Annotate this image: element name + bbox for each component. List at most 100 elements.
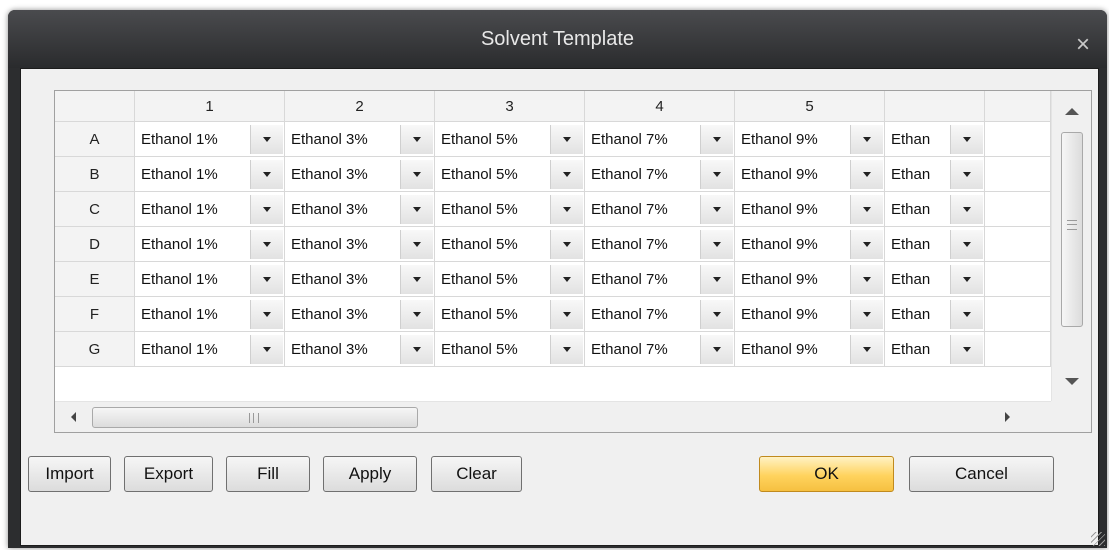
combo-dropdown-button[interactable] <box>700 125 733 154</box>
combo-dropdown-button[interactable] <box>700 230 733 259</box>
solvent-combo[interactable]: Ethanol 3% <box>285 157 435 192</box>
solvent-combo[interactable]: Ethanol 7% <box>585 262 735 297</box>
scroll-up-arrow-icon[interactable] <box>1065 108 1079 115</box>
solvent-combo[interactable]: Ethanol 7% <box>585 122 735 157</box>
combo-dropdown-button[interactable] <box>950 160 983 189</box>
combo-dropdown-button[interactable] <box>550 160 583 189</box>
combo-dropdown-button[interactable] <box>700 160 733 189</box>
combo-dropdown-button[interactable] <box>550 230 583 259</box>
column-header[interactable]: 2 <box>285 91 435 122</box>
combo-dropdown-button[interactable] <box>400 335 433 364</box>
row-header[interactable]: C <box>55 192 135 227</box>
combo-dropdown-button[interactable] <box>250 160 283 189</box>
import-button[interactable]: Import <box>28 456 111 492</box>
solvent-combo[interactable]: Ethanol 3% <box>285 227 435 262</box>
solvent-combo[interactable]: Ethanol 1% <box>135 192 285 227</box>
row-header[interactable]: E <box>55 262 135 297</box>
row-header[interactable]: D <box>55 227 135 262</box>
horizontal-scrollbar[interactable] <box>55 401 1051 432</box>
combo-dropdown-button[interactable] <box>400 195 433 224</box>
solvent-combo[interactable]: Ethanol 1% <box>135 227 285 262</box>
ok-button[interactable]: OK <box>759 456 894 492</box>
combo-dropdown-button[interactable] <box>850 230 883 259</box>
solvent-combo[interactable]: Ethanol 3% <box>285 297 435 332</box>
export-button[interactable]: Export <box>124 456 213 492</box>
combo-dropdown-button[interactable] <box>550 300 583 329</box>
empty-cell[interactable] <box>985 122 1051 157</box>
combo-dropdown-button[interactable] <box>400 125 433 154</box>
solvent-combo[interactable]: Ethanol 9% <box>735 262 885 297</box>
column-header[interactable] <box>885 91 985 122</box>
column-header[interactable] <box>985 91 1051 122</box>
combo-dropdown-button[interactable] <box>250 195 283 224</box>
combo-dropdown-button[interactable] <box>400 160 433 189</box>
combo-dropdown-button[interactable] <box>250 300 283 329</box>
combo-dropdown-button[interactable] <box>700 335 733 364</box>
solvent-combo[interactable]: Ethanol 1% <box>135 262 285 297</box>
combo-dropdown-button[interactable] <box>550 125 583 154</box>
solvent-combo[interactable]: Ethanol 1% <box>135 157 285 192</box>
combo-dropdown-button[interactable] <box>550 265 583 294</box>
solvent-combo[interactable]: Ethanol 5% <box>435 297 585 332</box>
solvent-combo[interactable]: Ethanol 9% <box>735 157 885 192</box>
combo-dropdown-button[interactable] <box>950 230 983 259</box>
combo-dropdown-button[interactable] <box>550 195 583 224</box>
solvent-combo[interactable]: Ethanol 9% <box>735 297 885 332</box>
empty-cell[interactable] <box>985 297 1051 332</box>
solvent-combo[interactable]: Ethanol 5% <box>435 332 585 367</box>
solvent-combo[interactable]: Ethanol 3% <box>285 192 435 227</box>
title-bar[interactable]: Solvent Template × <box>8 10 1107 68</box>
combo-dropdown-button[interactable] <box>950 335 983 364</box>
column-header[interactable]: 5 <box>735 91 885 122</box>
empty-cell[interactable] <box>985 332 1051 367</box>
solvent-combo[interactable]: Ethanol 9% <box>735 227 885 262</box>
solvent-combo[interactable]: Ethan <box>885 192 985 227</box>
resize-grip-icon[interactable] <box>1091 532 1105 546</box>
combo-dropdown-button[interactable] <box>950 300 983 329</box>
combo-dropdown-button[interactable] <box>850 195 883 224</box>
combo-dropdown-button[interactable] <box>700 265 733 294</box>
solvent-combo[interactable]: Ethanol 1% <box>135 297 285 332</box>
combo-dropdown-button[interactable] <box>250 335 283 364</box>
solvent-combo[interactable]: Ethanol 9% <box>735 122 885 157</box>
solvent-combo[interactable]: Ethan <box>885 157 985 192</box>
solvent-combo[interactable]: Ethanol 5% <box>435 262 585 297</box>
solvent-combo[interactable]: Ethanol 3% <box>285 332 435 367</box>
combo-dropdown-button[interactable] <box>400 230 433 259</box>
combo-dropdown-button[interactable] <box>850 265 883 294</box>
solvent-combo[interactable]: Ethan <box>885 297 985 332</box>
combo-dropdown-button[interactable] <box>850 300 883 329</box>
empty-cell[interactable] <box>985 157 1051 192</box>
combo-dropdown-button[interactable] <box>400 300 433 329</box>
combo-dropdown-button[interactable] <box>700 300 733 329</box>
solvent-combo[interactable]: Ethanol 3% <box>285 262 435 297</box>
solvent-combo[interactable]: Ethanol 7% <box>585 332 735 367</box>
clear-button[interactable]: Clear <box>431 456 522 492</box>
solvent-combo[interactable]: Ethanol 9% <box>735 192 885 227</box>
row-header[interactable]: F <box>55 297 135 332</box>
row-header[interactable]: A <box>55 122 135 157</box>
solvent-combo[interactable]: Ethan <box>885 122 985 157</box>
scroll-down-arrow-icon[interactable] <box>1065 378 1079 385</box>
column-header[interactable]: 4 <box>585 91 735 122</box>
combo-dropdown-button[interactable] <box>700 195 733 224</box>
fill-button[interactable]: Fill <box>226 456 310 492</box>
empty-cell[interactable] <box>985 227 1051 262</box>
combo-dropdown-button[interactable] <box>250 125 283 154</box>
vertical-scroll-thumb[interactable] <box>1061 132 1083 327</box>
column-header[interactable]: 3 <box>435 91 585 122</box>
solvent-combo[interactable]: Ethanol 5% <box>435 227 585 262</box>
combo-dropdown-button[interactable] <box>950 265 983 294</box>
row-header[interactable]: G <box>55 332 135 367</box>
apply-button[interactable]: Apply <box>323 456 417 492</box>
combo-dropdown-button[interactable] <box>950 125 983 154</box>
scroll-right-arrow-icon[interactable] <box>1005 412 1010 422</box>
scroll-left-arrow-icon[interactable] <box>71 412 76 422</box>
combo-dropdown-button[interactable] <box>850 160 883 189</box>
row-header[interactable]: B <box>55 157 135 192</box>
combo-dropdown-button[interactable] <box>850 125 883 154</box>
solvent-combo[interactable]: Ethanol 7% <box>585 157 735 192</box>
solvent-combo[interactable]: Ethanol 7% <box>585 227 735 262</box>
solvent-combo[interactable]: Ethanol 1% <box>135 122 285 157</box>
solvent-combo[interactable]: Ethanol 7% <box>585 297 735 332</box>
